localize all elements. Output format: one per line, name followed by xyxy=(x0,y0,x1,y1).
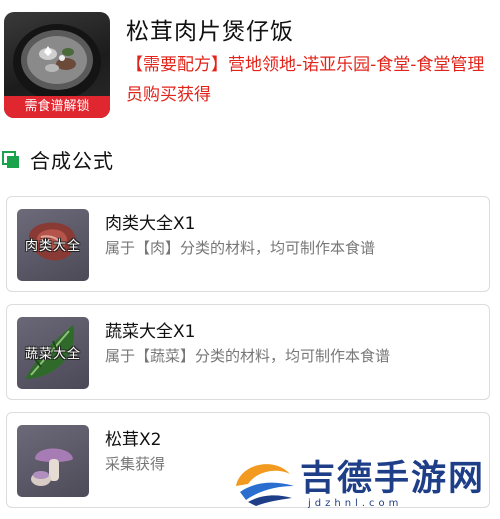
ingredient-thumbnail: 肉类大全 xyxy=(17,209,89,281)
recipe-title: 松茸肉片煲仔饭 xyxy=(126,19,294,45)
ingredient-description: 属于【蔬菜】分类的材料，均可制作本食谱 xyxy=(105,347,391,365)
ingredient-card-vegetable[interactable]: 蔬菜大全 蔬菜大全X1 属于【蔬菜】分类的材料，均可制作本食谱 xyxy=(6,304,490,400)
ingredient-thumb-caption: 肉类大全 xyxy=(24,239,81,254)
ingredient-card-meat[interactable]: 肉类大全 肉类大全X1 属于【肉】分类的材料，均可制作本食谱 xyxy=(6,196,490,292)
ingredient-thumbnail xyxy=(17,425,89,497)
unlock-required-badge: 需食谱解锁 xyxy=(4,96,110,118)
square-bullet-icon xyxy=(2,151,19,168)
matsutake-mushroom-icon xyxy=(31,448,73,486)
site-watermark: 吉德手游网 jdzhnl.com xyxy=(234,448,498,518)
dish-thumbnail: 需食谱解锁 xyxy=(4,12,110,118)
ingredient-thumb-caption: 蔬菜大全 xyxy=(24,347,81,362)
ingredient-thumbnail: 蔬菜大全 xyxy=(17,317,89,389)
watermark-url: jdzhnl.com xyxy=(308,498,403,509)
ingredient-name: 蔬菜大全X1 xyxy=(105,322,196,342)
section-title-formula: 合成公式 xyxy=(30,149,114,173)
ingredient-description: 属于【肉】分类的材料，均可制作本食谱 xyxy=(105,239,376,257)
recipe-source-text: 【需要配方】营地领地-诺亚乐园-食堂-食堂管理员购买获得 xyxy=(126,55,485,105)
ingredient-description: 采集获得 xyxy=(105,455,166,473)
watermark-logo-icon xyxy=(236,464,294,506)
watermark-text: 吉德手游网 xyxy=(300,459,486,499)
ingredient-name: 松茸X2 xyxy=(105,430,162,450)
ingredient-name: 肉类大全X1 xyxy=(105,214,196,234)
